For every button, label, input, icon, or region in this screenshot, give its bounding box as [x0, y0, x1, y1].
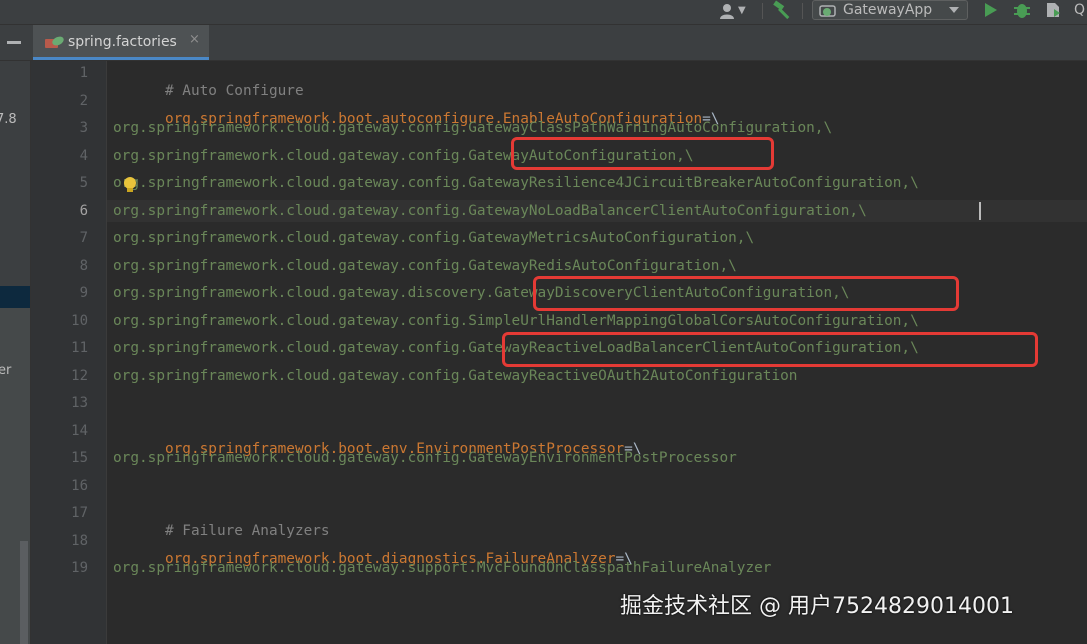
line-number: 2	[79, 93, 88, 109]
property-value: org.springframework.cloud.gateway.suppor…	[113, 560, 772, 576]
coverage-icon[interactable]	[1043, 0, 1063, 20]
selected-tree-row[interactable]	[0, 286, 30, 308]
vcs-user-dropdown[interactable]: ▼	[718, 1, 754, 21]
spring-leaf-icon	[45, 36, 64, 48]
tab-label: spring.factories	[68, 34, 177, 50]
run-configuration-select[interactable]: GatewayApp	[812, 0, 968, 20]
line-number: 19	[71, 560, 88, 576]
active-tab-indicator	[33, 57, 209, 60]
line-number: 1	[79, 65, 88, 81]
line-number-current: 6	[79, 203, 88, 219]
property-value: org.springframework.cloud.gateway.config…	[113, 368, 798, 384]
project-panel-text: 7.8	[0, 112, 17, 127]
secondary-panel-text: er	[0, 363, 12, 378]
scrollbar[interactable]	[20, 541, 28, 644]
toolbar-partial-button[interactable]: Q	[1074, 0, 1085, 20]
debug-bug-icon[interactable]	[1012, 0, 1032, 20]
line-number: 14	[71, 423, 88, 439]
property-value: org.springframework.cloud.gateway.config…	[113, 120, 833, 136]
run-icon[interactable]	[980, 0, 1000, 20]
spring-boot-icon	[819, 5, 836, 17]
line-number: 7	[79, 230, 88, 246]
toolbar-separator	[762, 3, 763, 19]
watermark-text: 掘金技术社区 @ 用户7524829014001	[620, 594, 1014, 619]
toolbar-separator	[802, 3, 803, 19]
line-number: 5	[79, 175, 88, 191]
run-configuration-label: GatewayApp	[843, 2, 933, 18]
property-value: org.springframework.cloud.gateway.config…	[113, 175, 919, 191]
line-number: 11	[71, 340, 88, 356]
line-number: 4	[79, 148, 88, 164]
line-number-gutter: 1 2 3 4 5 6 7 8 9 10 11 12 13 14 15 16 1…	[31, 61, 107, 644]
line-number: 3	[79, 120, 88, 136]
property-value: org.springframework.cloud.gateway.config…	[113, 450, 737, 466]
intention-bulb-icon[interactable]	[123, 176, 137, 194]
line-number: 10	[71, 313, 88, 329]
text-caret	[979, 202, 981, 220]
chevron-down-icon	[949, 7, 959, 13]
close-icon[interactable]: ×	[189, 31, 200, 49]
highlight-box-gateway-auto-configuration	[511, 137, 774, 170]
code-editor[interactable]: # Auto Configure org.springframework.boo…	[107, 61, 1087, 644]
line-number: 18	[71, 533, 88, 549]
main-toolbar: ▼ GatewayApp Q	[0, 0, 1087, 25]
chevron-down-icon: ▼	[738, 5, 746, 16]
highlight-box-gateway-reactive-load-balancer	[502, 332, 1038, 367]
line-number: 8	[79, 258, 88, 274]
tab-spring-factories[interactable]: spring.factories ×	[33, 25, 209, 60]
line-number: 16	[71, 478, 88, 494]
property-value: org.springframework.cloud.gateway.config…	[113, 203, 867, 219]
line-number: 17	[71, 505, 88, 521]
line-number: 15	[71, 450, 88, 466]
line-number: 13	[71, 395, 88, 411]
line-number: 12	[71, 368, 88, 384]
property-value: org.springframework.cloud.gateway.config…	[113, 230, 755, 246]
property-value: org.springframework.cloud.gateway.config…	[113, 313, 919, 329]
line-number: 9	[79, 285, 88, 301]
ide-window: ▼ GatewayApp Q spring.factories × .8 r 1…	[0, 0, 1087, 644]
project-panel-edge: 7.8 er	[0, 61, 31, 644]
property-value: org.springframework.cloud.gateway.config…	[113, 258, 737, 274]
user-icon	[720, 4, 734, 19]
build-hammer-icon[interactable]	[772, 0, 794, 20]
collapse-panel-icon[interactable]	[7, 41, 21, 44]
editor-tab-bar: spring.factories ×	[0, 25, 1087, 61]
highlight-box-gateway-discovery-client	[533, 276, 959, 311]
